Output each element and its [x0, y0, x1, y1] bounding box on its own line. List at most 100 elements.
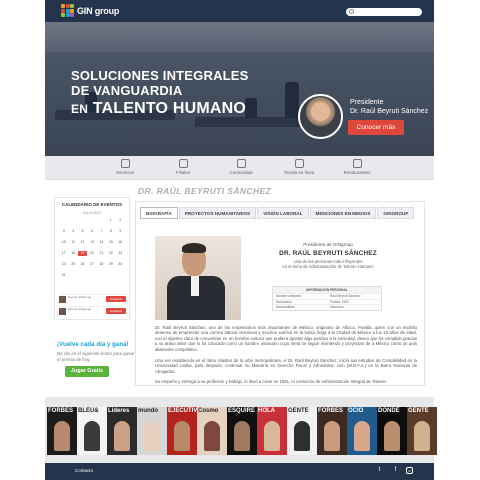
learn-more-button[interactable]: Conocer más: [348, 120, 404, 135]
nav-item-restaurantes[interactable]: Restaurantes: [337, 159, 377, 175]
calendar-day[interactable]: 4: [68, 229, 77, 234]
calendar-day[interactable]: 26: [78, 262, 87, 267]
calendar-day[interactable]: 25: [68, 262, 77, 267]
calendar-day: [97, 218, 106, 223]
hero-banner: SOLUCIONES INTEGRALES DE VANGUARDIA EN T…: [45, 22, 434, 156]
calendar-month[interactable]: JULIO 2017: [55, 211, 129, 215]
tab-proyectos-humanitarios[interactable]: PROYECTOS HUMANITARIOS: [178, 207, 257, 219]
tab-vision-laboral[interactable]: VISIÓN LABORAL: [257, 207, 309, 219]
building-icon: [178, 159, 188, 168]
calendar-day[interactable]: 2: [116, 218, 125, 223]
magazine-cover[interactable]: EJECUTIVOS: [167, 407, 197, 455]
cart-icon: [294, 159, 304, 168]
magazine-cover[interactable]: BLEU&: [77, 407, 107, 455]
calendar-day[interactable]: 8: [106, 229, 115, 234]
community-icon: [236, 159, 246, 168]
calendar-day[interactable]: 9: [116, 229, 125, 234]
brand-name: GIN group: [77, 5, 120, 16]
calendar-day[interactable]: 18: [68, 251, 77, 256]
calendar-day[interactable]: 16: [116, 240, 125, 245]
logo-mark-icon: [61, 4, 74, 17]
hero-line-3-prefix: EN: [71, 102, 89, 116]
calendar-day[interactable]: 14: [97, 240, 106, 245]
calendar-day: [68, 273, 77, 278]
magazine-cover-figure: [84, 421, 100, 451]
calendar-title: CALENDARIO DE EVENTOS: [61, 202, 123, 207]
calendar-day[interactable]: 7: [97, 229, 106, 234]
calendar-day[interactable]: 13: [87, 240, 96, 245]
magazine-cover-figure: [414, 421, 430, 451]
bio-paragraph-2: Una vez establecido en el ritmo citadino…: [155, 358, 417, 374]
calendar-day[interactable]: 23: [116, 251, 125, 256]
calendar-day[interactable]: 29: [106, 262, 115, 267]
magazine-cover[interactable]: FORBES: [47, 407, 77, 455]
magazine-cover[interactable]: OCIO: [347, 407, 377, 455]
magazine-title: OCIO: [348, 408, 364, 414]
calendar-day[interactable]: 19: [77, 251, 88, 256]
calendar-day[interactable]: 28: [97, 262, 106, 267]
magazine-cover[interactable]: FORBES: [317, 407, 347, 455]
bio-name: DR. RAÚL BEYRUTI SÁNCHEZ: [279, 250, 377, 257]
hero-line-3: EN TALENTO HUMANO: [71, 98, 249, 120]
calendar-day[interactable]: 20: [87, 251, 96, 256]
magazine-cover-figure: [174, 421, 190, 451]
register-button[interactable]: Registrar: [106, 296, 126, 302]
president-caption: Presidente Dr. Raúl Beyruti Sánchez: [350, 98, 428, 116]
calendar-day[interactable]: 31: [59, 273, 68, 278]
tab-biografia[interactable]: BIOGRAFÍA: [140, 207, 178, 219]
calendar-day[interactable]: 27: [87, 262, 96, 267]
magazine-cover-figure: [234, 421, 250, 451]
nav-label: Tienda en línea: [283, 170, 315, 175]
calendar-day[interactable]: 11: [68, 240, 77, 245]
nav-item-filiales[interactable]: Filiales: [163, 159, 203, 175]
twitter-icon[interactable]: t: [376, 467, 383, 474]
calendar-day[interactable]: 6: [87, 229, 96, 234]
magazine-cover[interactable]: mundo: [137, 407, 167, 455]
magazine-cover-figure: [114, 421, 130, 451]
bio-panel: BIOGRAFÍA PROYECTOS HUMANITARIOS VISIÓN …: [135, 201, 425, 386]
president-name: Dr. Raúl Beyruti Sánchez: [350, 108, 429, 115]
calendar-day[interactable]: 24: [59, 262, 68, 267]
bio-paragraph-3: Su empeño y entrega a su profesión y tra…: [155, 379, 386, 384]
magazine-cover-figure: [324, 421, 340, 451]
calendar-day[interactable]: 21: [97, 251, 106, 256]
contact-link[interactable]: Contacto: [75, 468, 93, 473]
register-button[interactable]: Registrar: [106, 308, 126, 314]
calendar-day[interactable]: 15: [106, 240, 115, 245]
magazine-title: mundo: [138, 408, 158, 414]
calendar-day[interactable]: 22: [106, 251, 115, 256]
magazine-cover[interactable]: GENTE: [407, 407, 437, 455]
calendar-day[interactable]: 1: [106, 218, 115, 223]
calendar-day[interactable]: 12: [78, 240, 87, 245]
event-avatar: [59, 296, 66, 303]
photo-shirt: [191, 276, 199, 296]
calendar-day[interactable]: 17: [59, 251, 68, 256]
nav-item-servicios[interactable]: Servicios: [105, 159, 145, 175]
nav-item-tienda[interactable]: Tienda en línea: [279, 159, 319, 175]
magazine-cover[interactable]: DÓNDE: [377, 407, 407, 455]
utensils-icon: [352, 159, 362, 168]
magazine-cover[interactable]: ESQUIRE: [227, 407, 257, 455]
facebook-icon[interactable]: f: [392, 467, 399, 474]
calendar-day: [78, 273, 87, 278]
nav-label: Comunidad: [229, 170, 253, 175]
hero-line-3-main: TALENTO HUMANO: [92, 100, 247, 117]
calendar-day[interactable]: 10: [59, 240, 68, 245]
magazine-cover[interactable]: GENTE: [287, 407, 317, 455]
play-free-button[interactable]: Jugar Gratis: [65, 366, 109, 377]
tab-menciones-en-medios[interactable]: MENCIONES EN MEDIOS: [309, 207, 377, 219]
magazine-cover-figure: [294, 421, 310, 451]
calendar-day[interactable]: 3: [59, 229, 68, 234]
magazine-cover[interactable]: HOLA: [257, 407, 287, 455]
magazine-cover[interactable]: Líderes: [107, 407, 137, 455]
event-item: Evento GINgroup Registrar: [59, 294, 126, 303]
brand-logo[interactable]: GIN group: [61, 4, 119, 17]
magazine-cover[interactable]: Cosmo: [197, 407, 227, 455]
instagram-icon[interactable]: o: [406, 467, 413, 474]
search-input[interactable]: [346, 8, 422, 16]
tab-gingroup[interactable]: GINGROUP: [377, 207, 415, 219]
nav-item-comunidad[interactable]: Comunidad: [221, 159, 261, 175]
calendar-day[interactable]: 30: [116, 262, 125, 267]
calendar-day[interactable]: 5: [78, 229, 87, 234]
bio-role: Presidente de GINgroup: [303, 242, 353, 247]
